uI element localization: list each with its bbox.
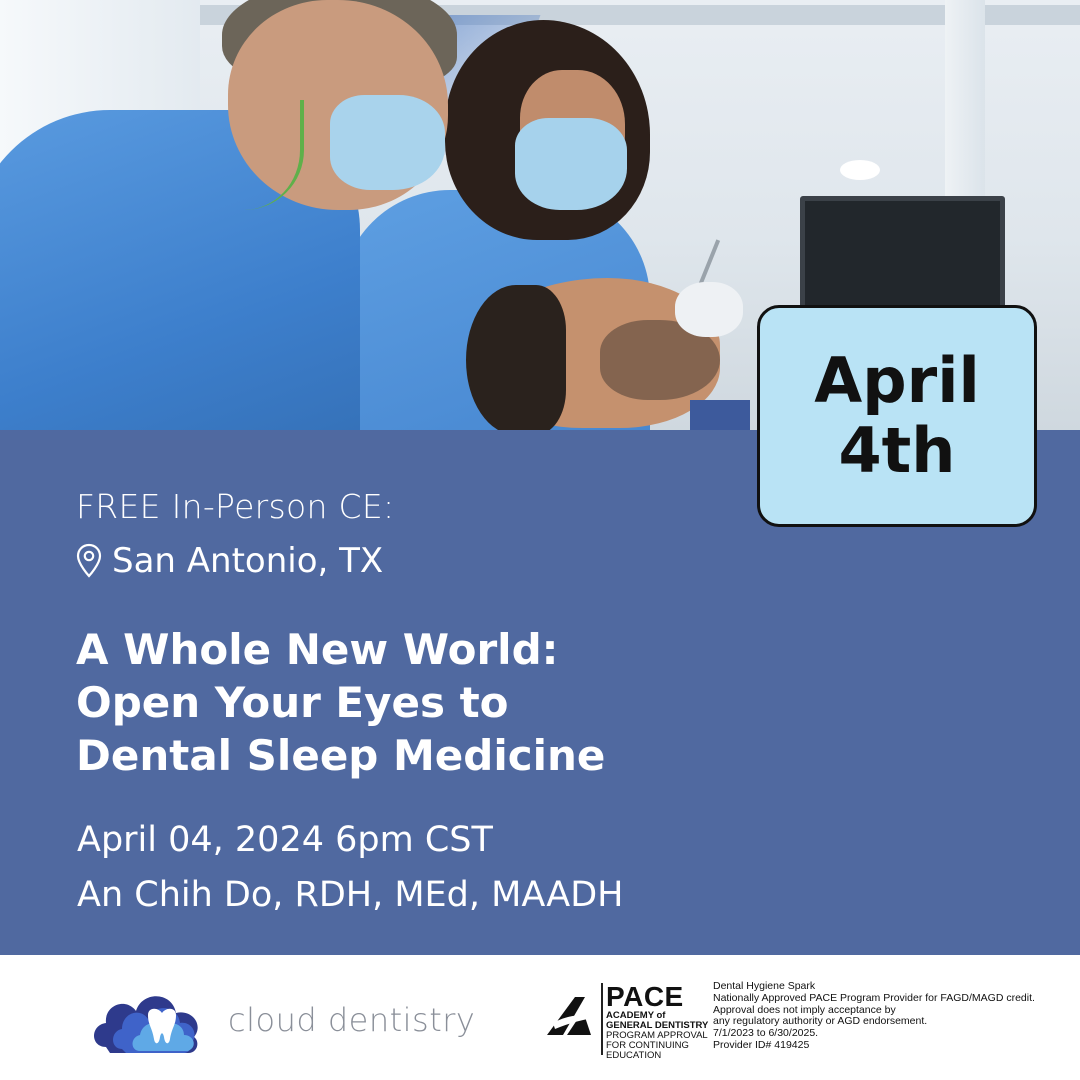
event-date: April 04, 2024 6pm CST xyxy=(77,820,493,860)
pace-line: EDUCATION xyxy=(606,1050,662,1061)
cloud-dentistry-wordmark: cloud dentistry xyxy=(228,1001,476,1039)
event-title-line: A Whole New World: xyxy=(76,625,559,674)
date-badge-line1: April xyxy=(814,344,980,417)
photo-light xyxy=(840,160,880,180)
event-title: A Whole New World: Open Your Eyes to Den… xyxy=(76,623,776,782)
dentist-mask xyxy=(330,95,445,190)
photo-monitor xyxy=(800,196,1005,314)
date-badge-line2: 4th xyxy=(838,414,956,487)
patient-hair xyxy=(466,285,566,430)
date-badge-text: April 4th xyxy=(777,346,1017,486)
assistant-mask xyxy=(515,118,627,210)
date-badge: April 4th xyxy=(757,305,1037,527)
agd-triangle-icon xyxy=(547,997,599,1035)
map-pin-icon xyxy=(76,543,102,578)
pace-info-line: Nationally Approved PACE Program Provide… xyxy=(713,991,1035,1004)
pace-info-line: Provider ID# 419425 xyxy=(713,1038,810,1051)
event-type: FREE In-Person CE: xyxy=(76,487,395,526)
event-speaker: An Chih Do, RDH, MEd, MAADH xyxy=(77,875,624,915)
cloud-dentistry-logo-icon xyxy=(94,996,198,1053)
pace-title: PACE xyxy=(606,981,684,1012)
location-text: San Antonio, TX xyxy=(112,541,384,581)
glove xyxy=(675,282,743,337)
pace-logo: PACE ACADEMY of GENERAL DENTISTRY PROGRA… xyxy=(606,983,708,1061)
pace-divider xyxy=(601,983,603,1055)
footer: cloud dentistry PACE ACADEMY of GENERAL … xyxy=(0,955,1080,1080)
event-location: San Antonio, TX xyxy=(76,541,383,581)
pace-provider-info: Dental Hygiene Spark Nationally Approved… xyxy=(713,980,1058,1052)
patient-bib xyxy=(690,400,750,430)
event-title-line: Open Your Eyes to xyxy=(76,678,509,727)
event-title-line: Dental Sleep Medicine xyxy=(76,731,606,780)
